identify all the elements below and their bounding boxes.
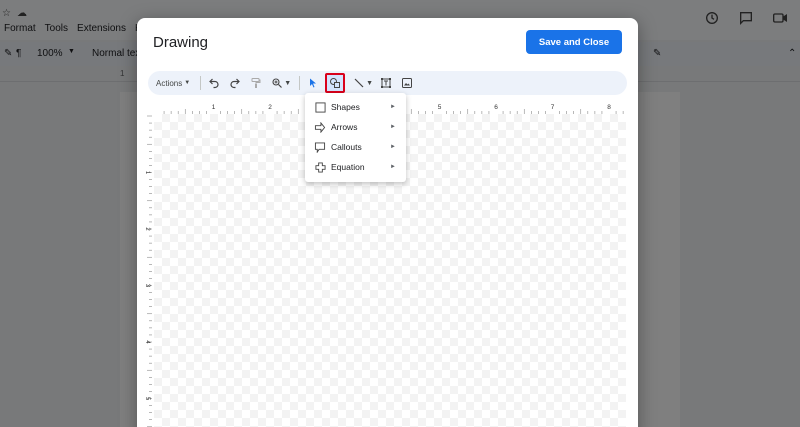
redo-icon xyxy=(230,78,241,89)
line-caret-icon[interactable]: ▼ xyxy=(366,80,373,87)
shape-dropdown-menu: Shapes ► Arrows ► Callouts ► Equation ► xyxy=(305,93,406,182)
ruler-label: 1 xyxy=(212,104,216,111)
actions-menu-button[interactable]: Actions ▼ xyxy=(156,79,190,88)
ruler-label: 6 xyxy=(494,104,498,111)
submenu-arrow-icon: ► xyxy=(390,144,396,150)
submenu-arrow-icon: ► xyxy=(390,104,396,110)
paint-roller-icon xyxy=(251,78,261,88)
vertical-ruler: 1 2 3 4 5 xyxy=(144,115,152,427)
line-icon xyxy=(354,78,364,88)
ruler-label: 7 xyxy=(551,104,555,111)
redo-button[interactable] xyxy=(226,74,244,92)
toolbar-divider xyxy=(200,76,202,90)
menu-item-callouts[interactable]: Callouts ► xyxy=(305,137,406,157)
ruler-label: 2 xyxy=(144,227,150,231)
ruler-label: 1 xyxy=(144,171,150,175)
drawing-dialog: Drawing Save and Close Actions ▼ ▼ ▼ 1 2… xyxy=(137,18,638,427)
submenu-arrow-icon: ► xyxy=(390,164,396,170)
ruler-label: 4 xyxy=(144,340,150,344)
paint-format-button[interactable] xyxy=(247,74,265,92)
menu-item-label: Arrows xyxy=(331,122,358,132)
image-icon xyxy=(402,78,413,88)
menu-item-equation[interactable]: Equation ► xyxy=(305,157,406,177)
select-button[interactable] xyxy=(304,74,322,92)
submenu-arrow-icon: ► xyxy=(390,124,396,130)
ruler-label: 5 xyxy=(438,104,442,111)
arrow-right-icon xyxy=(314,121,326,133)
text-box-icon xyxy=(381,78,392,88)
actions-label: Actions xyxy=(156,78,183,88)
save-and-close-button[interactable]: Save and Close xyxy=(526,30,622,54)
ruler-label: 2 xyxy=(268,104,272,111)
menu-item-shapes[interactable]: Shapes ► xyxy=(305,97,406,117)
dialog-title: Drawing xyxy=(153,34,209,51)
square-icon xyxy=(314,101,326,113)
image-button[interactable] xyxy=(398,74,416,92)
menu-item-label: Equation xyxy=(331,162,365,172)
shapes-icon xyxy=(330,78,341,88)
ruler-label: 3 xyxy=(144,284,150,288)
undo-button[interactable] xyxy=(205,74,223,92)
ruler-label: 5 xyxy=(144,397,150,401)
plus-outline-icon xyxy=(314,161,326,173)
zoom-caret-icon[interactable]: ▼ xyxy=(284,80,291,87)
chevron-down-icon: ▼ xyxy=(184,80,191,86)
callout-icon xyxy=(314,141,326,153)
cursor-arrow-icon xyxy=(310,78,317,88)
menu-item-arrows[interactable]: Arrows ► xyxy=(305,117,406,137)
undo-icon xyxy=(209,78,219,89)
shape-button[interactable] xyxy=(325,73,346,93)
menu-item-label: Callouts xyxy=(331,142,362,152)
text-box-button[interactable] xyxy=(377,74,395,92)
menu-item-label: Shapes xyxy=(331,102,360,112)
toolbar-divider xyxy=(299,76,301,90)
ruler-label: 8 xyxy=(607,104,611,111)
drawing-toolbar: Actions ▼ ▼ ▼ xyxy=(148,71,627,95)
zoom-in-icon xyxy=(272,78,283,88)
